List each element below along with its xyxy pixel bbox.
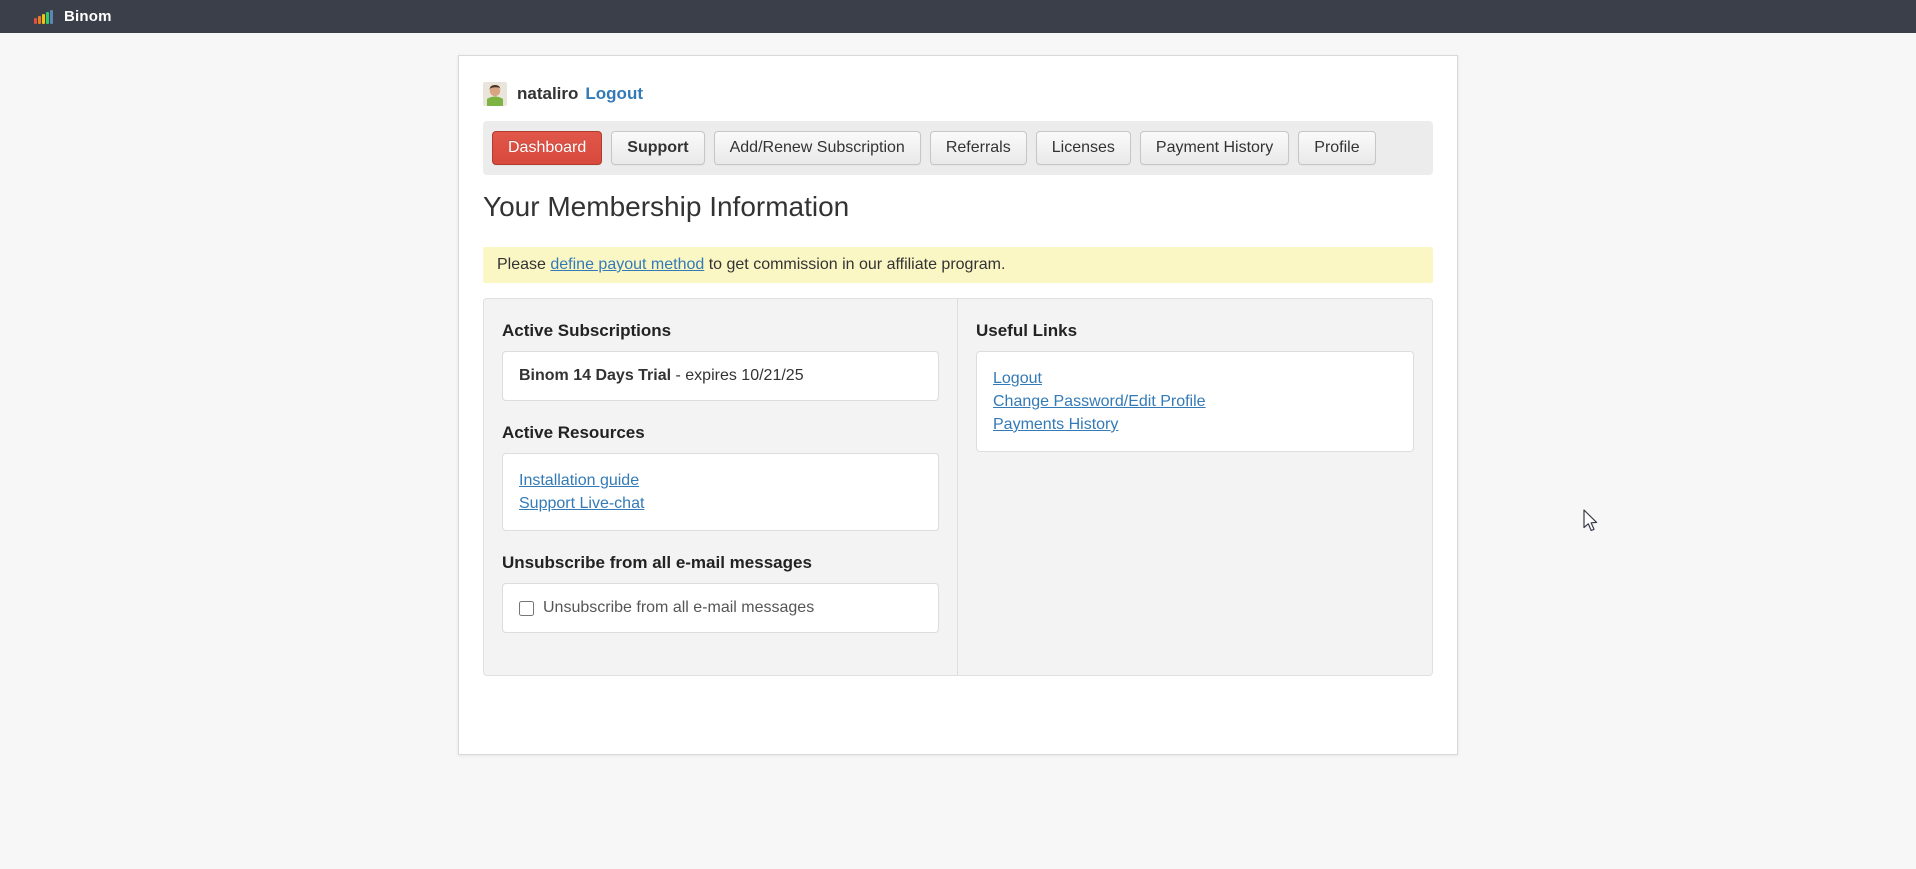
useful-links-box: Logout Change Password/Edit Profile Paym… — [976, 351, 1414, 452]
mouse-cursor-icon — [1583, 509, 1599, 533]
page-title: Your Membership Information — [483, 191, 1433, 223]
tab-profile[interactable]: Profile — [1298, 131, 1375, 165]
membership-panel: Active Subscriptions Binom 14 Days Trial… — [483, 298, 1433, 676]
unsubscribe-box: Unsubscribe from all e-mail messages — [502, 583, 939, 633]
define-payout-method-link[interactable]: define payout method — [550, 256, 704, 273]
unsubscribe-heading: Unsubscribe from all e-mail messages — [502, 553, 939, 573]
resources-box: Installation guide Support Live-chat — [502, 453, 939, 531]
top-bar: Binom — [0, 0, 1916, 33]
tab-licenses[interactable]: Licenses — [1036, 131, 1131, 165]
unsubscribe-checkbox[interactable] — [519, 601, 534, 616]
useful-links-heading: Useful Links — [976, 321, 1414, 341]
useful-link-change-password[interactable]: Change Password/Edit Profile — [993, 390, 1397, 413]
support-live-chat-link[interactable]: Support Live-chat — [519, 492, 922, 515]
right-column: Useful Links Logout Change Password/Edit… — [958, 299, 1432, 675]
tab-support[interactable]: Support — [611, 131, 704, 165]
bar-chart-icon — [34, 10, 53, 24]
alert-text-prefix: Please — [497, 256, 550, 273]
subscription-name: Binom 14 Days Trial — [519, 367, 671, 384]
nav-strip: Dashboard Support Add/Renew Subscription… — [483, 121, 1433, 175]
active-resources-heading: Active Resources — [502, 423, 939, 443]
left-column: Active Subscriptions Binom 14 Days Trial… — [484, 299, 958, 675]
useful-link-logout[interactable]: Logout — [993, 367, 1397, 390]
alert-text-suffix: to get commission in our affiliate progr… — [704, 256, 1005, 273]
user-row: nataliro Logout — [483, 82, 1433, 106]
tab-referrals[interactable]: Referrals — [930, 131, 1027, 165]
avatar — [483, 82, 507, 106]
unsubscribe-checkbox-label: Unsubscribe from all e-mail messages — [543, 599, 814, 617]
installation-guide-link[interactable]: Installation guide — [519, 469, 922, 492]
tab-payment-history[interactable]: Payment History — [1140, 131, 1289, 165]
useful-link-payments-history[interactable]: Payments History — [993, 413, 1397, 436]
active-subscriptions-heading: Active Subscriptions — [502, 321, 939, 341]
subscription-box: Binom 14 Days Trial - expires 10/21/25 — [502, 351, 939, 401]
tab-dashboard[interactable]: Dashboard — [492, 131, 602, 165]
payout-alert: Please define payout method to get commi… — [483, 247, 1433, 283]
username: nataliro — [517, 84, 578, 104]
subscription-expiry: - expires 10/21/25 — [671, 367, 804, 384]
tab-add-renew-subscription[interactable]: Add/Renew Subscription — [714, 131, 921, 165]
brand-name: Binom — [64, 8, 112, 25]
membership-card: nataliro Logout Dashboard Support Add/Re… — [458, 55, 1458, 755]
logout-link[interactable]: Logout — [585, 84, 643, 104]
